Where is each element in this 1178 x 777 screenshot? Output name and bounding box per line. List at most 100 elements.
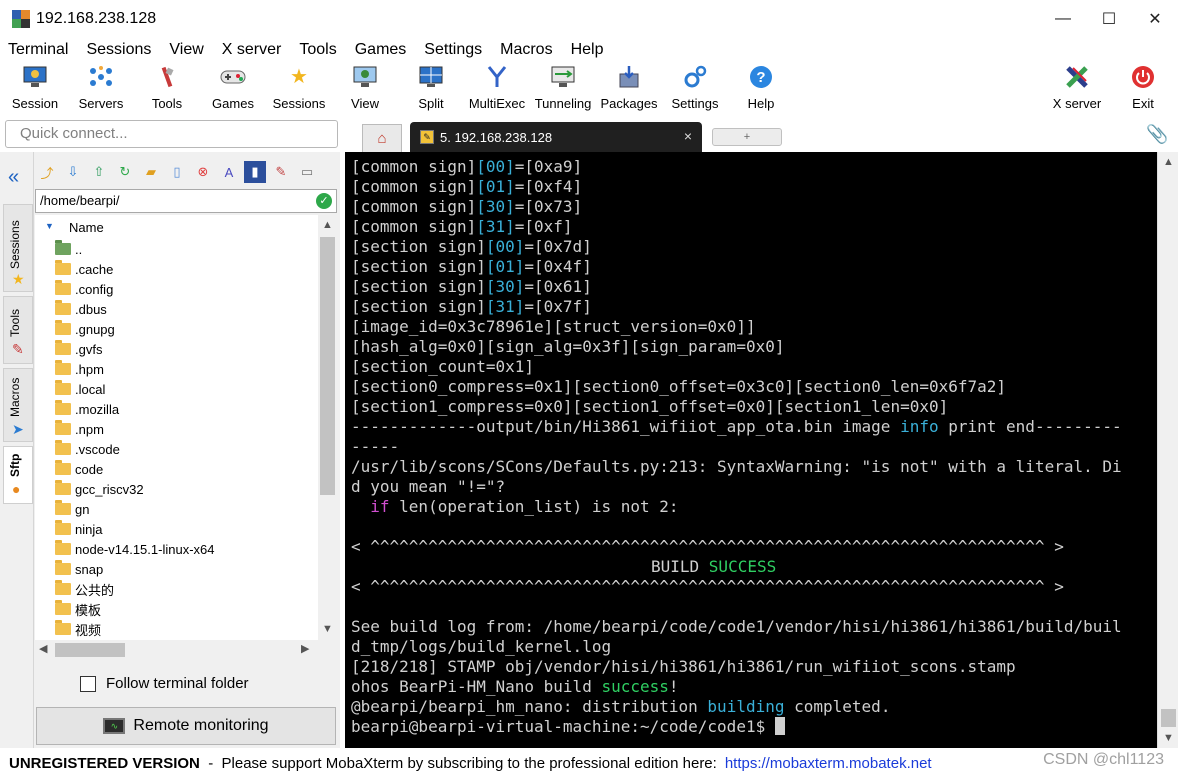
terminal-line: [section sign][00]=[0x7d] bbox=[351, 237, 592, 256]
file-list: ▼ Name .. .cache .config .dbus .gnupg .g… bbox=[35, 215, 318, 640]
sidebar-tab-sftp[interactable]: Sftp ● bbox=[3, 446, 33, 504]
scroll-down-icon[interactable]: ▼ bbox=[1163, 732, 1174, 744]
checkmark-icon[interactable]: ✓ bbox=[316, 193, 332, 209]
file-list-horizontal-scrollbar[interactable]: ◀ ▶ bbox=[35, 640, 318, 660]
file-row[interactable]: gcc_riscv32 bbox=[55, 479, 144, 499]
close-button[interactable]: ✕ bbox=[1132, 0, 1178, 38]
terminal-icon[interactable]: ▭ bbox=[296, 161, 318, 183]
menu-games[interactable]: Games bbox=[355, 41, 407, 59]
menu-tools[interactable]: Tools bbox=[299, 41, 336, 59]
file-row[interactable]: node-v14.15.1-linux-x64 bbox=[55, 539, 214, 559]
file-row[interactable]: code bbox=[55, 459, 103, 479]
scrollbar-thumb[interactable] bbox=[1161, 709, 1176, 727]
split-button[interactable]: Split bbox=[398, 64, 464, 116]
file-row-parent[interactable]: .. bbox=[55, 239, 82, 259]
scroll-right-icon[interactable]: ▶ bbox=[301, 642, 309, 655]
exit-button[interactable]: Exit bbox=[1110, 64, 1176, 116]
menu-xserver[interactable]: X server bbox=[222, 41, 282, 59]
menu-help[interactable]: Help bbox=[571, 41, 604, 59]
session-button[interactable]: Session bbox=[2, 64, 68, 116]
menu-sessions[interactable]: Sessions bbox=[86, 41, 151, 59]
file-row[interactable]: .dbus bbox=[55, 299, 107, 319]
scroll-down-icon[interactable]: ▼ bbox=[322, 623, 333, 635]
parent-folder-icon[interactable]: ⤴ bbox=[36, 161, 58, 183]
sessions-button[interactable]: ★ Sessions bbox=[266, 64, 332, 116]
column-header-name[interactable]: ▼ Name bbox=[35, 219, 318, 239]
new-tab-button[interactable]: + bbox=[712, 128, 782, 146]
folder-icon bbox=[55, 480, 71, 495]
minimize-button[interactable]: — bbox=[1040, 0, 1086, 38]
maximize-button[interactable]: ☐ bbox=[1086, 0, 1132, 38]
folder-icon bbox=[55, 360, 71, 375]
checkbox[interactable] bbox=[80, 675, 96, 692]
file-row[interactable]: ninja bbox=[55, 519, 102, 539]
servers-button[interactable]: Servers bbox=[68, 64, 134, 116]
scroll-up-icon[interactable]: ▲ bbox=[1163, 156, 1174, 168]
sidebar-tab-macros[interactable]: Macros ➤ bbox=[3, 368, 33, 442]
permissions-icon[interactable]: ✎ bbox=[270, 161, 292, 183]
quick-connect-input[interactable]: Quick connect... bbox=[5, 120, 338, 148]
scroll-up-icon[interactable]: ▲ bbox=[322, 219, 333, 231]
mobaxterm-link[interactable]: https://mobaxterm.mobatek.net bbox=[725, 755, 932, 772]
remote-monitoring-button[interactable]: ∿ Remote monitoring bbox=[36, 707, 336, 745]
file-row[interactable]: .vscode bbox=[55, 439, 120, 459]
terminal-line: [common sign][00]=[0xa9] bbox=[351, 157, 583, 176]
home-tab[interactable]: ⌂ bbox=[362, 124, 402, 152]
file-row[interactable]: .local bbox=[55, 379, 105, 399]
file-row[interactable]: 模板 bbox=[55, 599, 101, 619]
terminal-prompt[interactable]: bearpi@bearpi-virtual-machine:~/code/cod… bbox=[351, 717, 785, 737]
file-row[interactable]: .config bbox=[55, 279, 113, 299]
menu-view[interactable]: View bbox=[169, 41, 203, 59]
follow-terminal-folder-checkbox[interactable]: Follow terminal folder bbox=[80, 675, 249, 692]
file-row[interactable]: .cache bbox=[55, 259, 113, 279]
path-input[interactable]: /home/bearpi/ ✓ bbox=[35, 189, 337, 213]
delete-icon[interactable]: ⊗ bbox=[192, 161, 214, 183]
collapse-sidebar-icon[interactable]: « bbox=[8, 166, 19, 189]
unregistered-label: UNREGISTERED VERSION bbox=[9, 755, 200, 772]
file-row[interactable]: .gnupg bbox=[55, 319, 115, 339]
download-icon[interactable]: ⇩ bbox=[62, 161, 84, 183]
terminal-scrollbar[interactable]: ▲ ▼ bbox=[1157, 152, 1178, 748]
terminal-line: [218/218] STAMP obj/vendor/hisi/hi3861/h… bbox=[351, 657, 1016, 676]
tunneling-button[interactable]: Tunneling bbox=[530, 64, 596, 116]
menu-terminal[interactable]: Terminal bbox=[8, 41, 68, 59]
new-folder-icon[interactable]: ▰ bbox=[140, 161, 162, 183]
settings-button[interactable]: Settings bbox=[662, 64, 728, 116]
scrollbar-thumb[interactable] bbox=[55, 643, 125, 657]
scrollbar-thumb[interactable] bbox=[320, 237, 335, 495]
hidden-files-icon[interactable]: ▮ bbox=[244, 161, 266, 183]
packages-button[interactable]: Packages bbox=[596, 64, 662, 116]
split-icon bbox=[418, 64, 444, 90]
terminal-line: if len(operation_list) is not 2: bbox=[370, 497, 679, 516]
monitor-icon bbox=[22, 64, 48, 90]
session-tab-active[interactable]: ✎ 5. 192.168.238.128 × bbox=[410, 122, 702, 152]
upload-icon[interactable]: ⇧ bbox=[88, 161, 110, 183]
new-file-icon[interactable]: ▯ bbox=[166, 161, 188, 183]
rename-icon[interactable]: A bbox=[218, 161, 240, 183]
refresh-icon[interactable]: ↻ bbox=[114, 161, 136, 183]
menu-macros[interactable]: Macros bbox=[500, 41, 552, 59]
file-row[interactable]: 公共的 bbox=[55, 579, 114, 599]
file-row[interactable]: .mozilla bbox=[55, 399, 119, 419]
file-row[interactable]: 视频 bbox=[55, 619, 101, 639]
file-row[interactable]: snap bbox=[55, 559, 103, 579]
close-tab-icon[interactable]: × bbox=[684, 128, 692, 144]
sidebar-tab-tools[interactable]: Tools ✎ bbox=[3, 296, 33, 364]
view-button[interactable]: View bbox=[332, 64, 398, 116]
scroll-left-icon[interactable]: ◀ bbox=[39, 642, 47, 655]
file-row[interactable]: gn bbox=[55, 499, 89, 519]
terminal-line: d_tmp/logs/build_kernel.log bbox=[351, 637, 612, 656]
xserver-button[interactable]: X server bbox=[1044, 64, 1110, 116]
help-button[interactable]: ? Help bbox=[728, 64, 794, 116]
file-row[interactable]: .npm bbox=[55, 419, 104, 439]
paperclip-icon[interactable]: 📎 bbox=[1146, 124, 1168, 145]
menu-settings[interactable]: Settings bbox=[424, 41, 482, 59]
file-list-vertical-scrollbar[interactable]: ▲ ▼ bbox=[318, 215, 337, 640]
tools-button[interactable]: Tools bbox=[134, 64, 200, 116]
file-row[interactable]: .gvfs bbox=[55, 339, 102, 359]
terminal-output[interactable]: [common sign][00]=[0xa9] [common sign][0… bbox=[345, 152, 1157, 748]
file-row[interactable]: .hpm bbox=[55, 359, 104, 379]
multiexec-button[interactable]: MultiExec bbox=[464, 64, 530, 116]
sidebar-tab-sessions[interactable]: Sessions ★ bbox=[3, 204, 33, 292]
games-button[interactable]: Games bbox=[200, 64, 266, 116]
